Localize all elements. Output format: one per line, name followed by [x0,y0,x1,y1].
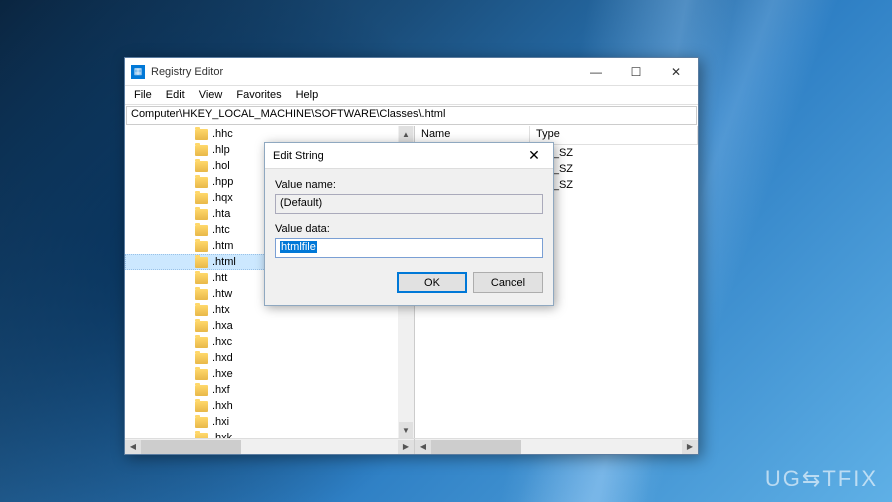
values-hscroll-left-icon[interactable]: ◀ [415,440,431,454]
tree-item-label: .htx [212,304,230,316]
folder-icon [195,209,208,220]
close-button[interactable]: ✕ [656,59,696,85]
menu-view[interactable]: View [192,87,230,103]
tree-item-hxh[interactable]: .hxh [125,398,414,414]
tree-item-label: .htm [212,240,233,252]
tree-item-label: .hxf [212,384,230,396]
col-type[interactable]: Type [530,126,698,144]
folder-icon [195,241,208,252]
address-bar[interactable]: Computer\HKEY_LOCAL_MACHINE\SOFTWARE\Cla… [126,106,697,125]
value-data-label: Value data: [275,223,543,235]
folder-icon [195,305,208,316]
tree-item-hxa[interactable]: .hxa [125,318,414,334]
folder-icon [195,417,208,428]
value-name-label: Value name: [275,179,543,191]
menu-help[interactable]: Help [289,87,326,103]
folder-icon [195,145,208,156]
values-hscroll-right-icon[interactable]: ▶ [682,440,698,454]
tree-item-hxf[interactable]: .hxf [125,382,414,398]
value-type: REG_SZ [529,147,698,159]
minimize-button[interactable]: — [576,59,616,85]
tree-item-label: .htw [212,288,232,300]
tree-hscroll-right-icon[interactable]: ▶ [398,440,414,454]
folder-icon [195,337,208,348]
dialog-close-button[interactable]: ✕ [519,145,549,167]
folder-icon [195,225,208,236]
tree-item-hhc[interactable]: .hhc [125,126,414,142]
cancel-button[interactable]: Cancel [473,272,543,293]
tree-item-label: .hxh [212,400,233,412]
tree-item-label: .hxc [212,336,232,348]
tree-item-hxe[interactable]: .hxe [125,366,414,382]
value-type: REG_SZ [529,163,698,175]
tree-item-label: .hqx [212,192,233,204]
tree-item-label: .hhc [212,128,233,140]
tree-item-label: .hpp [212,176,233,188]
menu-file[interactable]: File [127,87,159,103]
folder-icon [195,289,208,300]
ok-button[interactable]: OK [397,272,467,293]
tree-item-hxi[interactable]: .hxi [125,414,414,430]
dialog-title: Edit String [273,150,519,162]
folder-icon [195,161,208,172]
tree-item-hxk[interactable]: .hxk [125,430,414,438]
app-icon: ▦ [131,65,145,79]
tree-item-label: .html [212,256,236,268]
tree-item-label: .hta [212,208,230,220]
tree-item-hxd[interactable]: .hxd [125,350,414,366]
folder-icon [195,401,208,412]
folder-icon [195,353,208,364]
tree-item-label: .htt [212,272,227,284]
folder-icon [195,273,208,284]
hscrollbar: ◀ ▶ ◀ ▶ [125,438,698,454]
menu-favorites[interactable]: Favorites [229,87,288,103]
value-name-field: (Default) [275,194,543,214]
edit-string-dialog: Edit String ✕ Value name: (Default) Valu… [264,142,554,306]
tree-item-label: .hlp [212,144,230,156]
folder-icon [195,193,208,204]
titlebar: ▦ Registry Editor — ☐ ✕ [125,58,698,86]
folder-icon [195,321,208,332]
watermark: UG⇆TFIX [765,466,878,492]
folder-icon [195,177,208,188]
folder-icon [195,433,208,439]
tree-item-label: .hxk [212,432,232,438]
tree-hscroll-thumb[interactable] [141,440,241,454]
folder-icon [195,257,208,268]
tree-hscroll-left-icon[interactable]: ◀ [125,440,141,454]
tree-item-label: .hxd [212,352,233,364]
value-data-input[interactable] [275,238,543,258]
values-hscroll-thumb[interactable] [431,440,521,454]
tree-item-label: .hol [212,160,230,172]
scroll-up-icon[interactable]: ▲ [399,126,413,142]
tree-item-hxc[interactable]: .hxc [125,334,414,350]
value-type: REG_SZ [529,179,698,191]
menubar: File Edit View Favorites Help [125,86,698,105]
folder-icon [195,369,208,380]
tree-item-label: .htc [212,224,230,236]
window-title: Registry Editor [151,66,576,78]
tree-item-label: .hxi [212,416,229,428]
tree-item-label: .hxa [212,320,233,332]
maximize-button[interactable]: ☐ [616,59,656,85]
dialog-titlebar: Edit String ✕ [265,143,553,169]
folder-icon [195,385,208,396]
menu-edit[interactable]: Edit [159,87,192,103]
folder-icon [195,129,208,140]
tree-item-label: .hxe [212,368,233,380]
scroll-down-icon[interactable]: ▼ [399,422,413,438]
